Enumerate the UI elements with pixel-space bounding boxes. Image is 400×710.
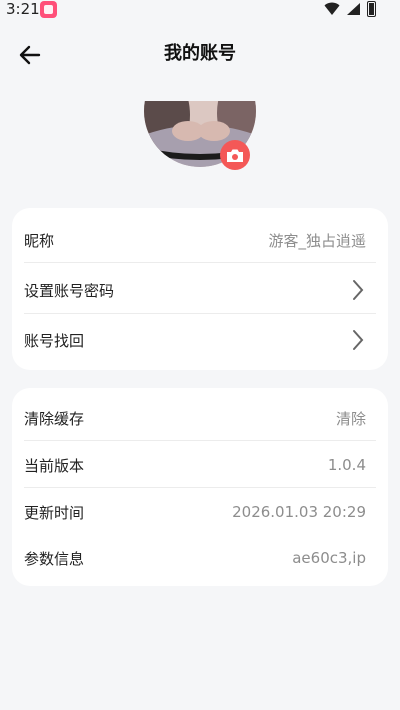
account-recovery-row[interactable]: 账号找回 [24,326,376,354]
nickname-label: 昵称 [24,231,55,250]
chevron-right-icon [353,330,364,350]
camera-button[interactable] [220,140,250,170]
divider [24,262,376,263]
status-icons [324,1,376,17]
update-time-row: 更新时间 2026.01.03 20:29 [24,498,376,526]
update-time-label: 更新时间 [24,503,85,522]
version-value: 1.0.4 [327,456,366,474]
status-bar: 3:21 [0,0,400,20]
clear-cache-button[interactable]: 清除 [336,408,366,429]
version-label: 当前版本 [24,456,85,475]
set-password-label: 设置账号密码 [24,281,115,300]
signal-icon [347,3,360,15]
set-password-row[interactable]: 设置账号密码 [24,276,376,304]
page-title: 我的账号 [164,43,236,64]
version-row: 当前版本 1.0.4 [24,451,376,479]
settings-card: 清除缓存 清除 当前版本 1.0.4 更新时间 2026.01.03 20:29… [12,388,388,586]
wifi-icon [324,2,340,15]
update-time-value: 2026.01.03 20:29 [232,503,366,521]
account-recovery-label: 账号找回 [24,331,85,350]
clear-cache-label: 清除缓存 [24,409,85,428]
account-card: 昵称 游客_独占逍遥 设置账号密码 账号找回 [12,208,388,370]
avatar-section [142,101,260,171]
clear-cache-row[interactable]: 清除缓存 清除 [24,404,376,432]
param-info-value: ae60c3,ip [292,549,366,567]
battery-icon [367,1,376,17]
nickname-value: 游客_独占逍遥 [268,231,366,250]
divider [24,487,376,488]
divider [24,440,376,441]
param-info-row: 参数信息 ae60c3,ip [24,544,376,572]
app-notification-icon [40,1,57,18]
nickname-row[interactable]: 昵称 游客_独占逍遥 [24,226,376,254]
top-bar: 我的账号 [0,35,400,75]
param-info-label: 参数信息 [24,549,85,568]
chevron-right-icon [353,280,364,300]
status-time: 3:21 [6,0,40,18]
divider [24,313,376,314]
camera-icon [227,149,243,162]
